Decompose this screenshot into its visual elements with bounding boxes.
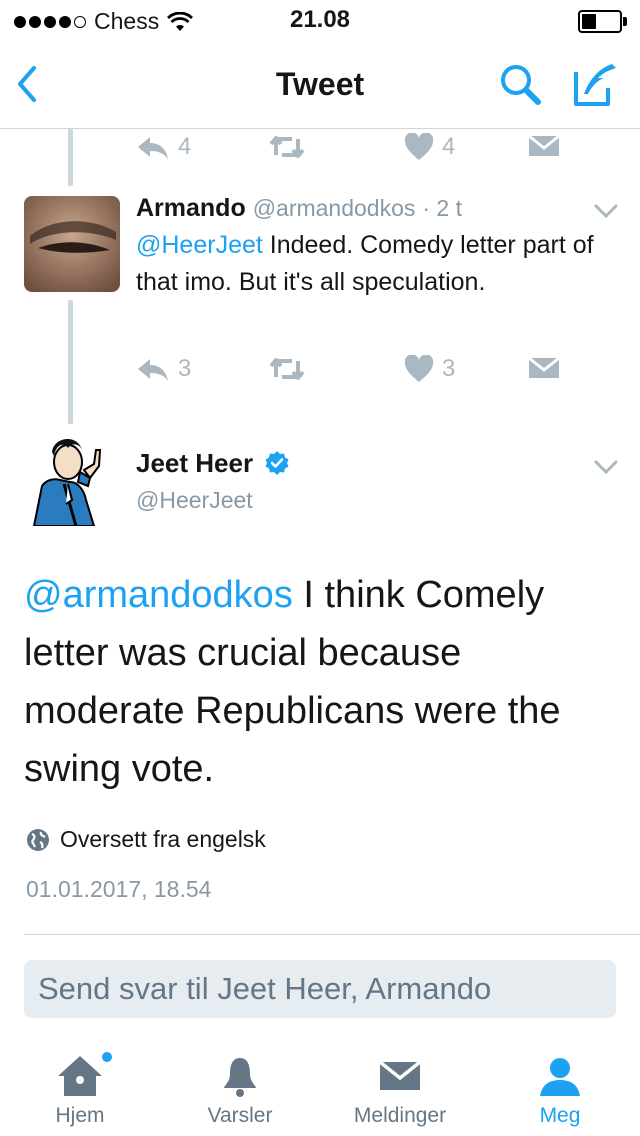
tab-home[interactable]: Hjem [0,1046,160,1136]
author-name[interactable]: Armando [136,194,246,222]
main-tweet-text: @armandodkos I think Comely letter was c… [24,566,614,798]
battery-icon [578,10,627,33]
thread-line-middle [68,300,73,424]
main-tweet-author: Jeet Heer @HeerJeet [136,448,290,514]
jeet-heer-avatar-image [32,438,102,527]
nav-bar: Tweet [0,40,640,129]
reply-count: 4 [178,133,192,160]
reply-button[interactable]: 3 [136,355,191,383]
reply-input[interactable]: Send svar til Jeet Heer, Armando [24,960,616,1018]
home-icon [0,1054,160,1098]
divider [24,934,640,935]
search-icon[interactable] [498,62,542,106]
person-icon [480,1054,640,1098]
retweet-button[interactable] [268,355,306,383]
compose-icon[interactable] [572,60,620,108]
retweet-icon [269,358,305,380]
tab-me[interactable]: Meg [480,1046,640,1136]
author-name[interactable]: Jeet Heer [136,448,253,478]
retweet-button[interactable] [268,133,306,161]
envelope-icon [528,134,560,156]
globe-icon [27,828,49,851]
like-count: 3 [442,355,456,382]
like-count: 4 [442,133,456,160]
tab-label: Varsler [207,1104,273,1127]
avatar[interactable] [24,196,120,292]
reply-icon [138,359,168,381]
armando-avatar-image [24,196,120,292]
mention-link[interactable]: @armandodkos [24,574,293,616]
like-button[interactable]: 3 [404,355,455,383]
mention-link[interactable]: @HeerJeet [136,231,263,259]
page-title: Tweet [275,66,365,102]
tweet-time: · 2 t [422,195,462,221]
reply-placeholder: Send svar til Jeet Heer, Armando [38,971,492,1006]
author-handle[interactable]: @HeerJeet [136,487,290,514]
status-bar: Chess 21.08 [0,0,640,40]
heart-icon [404,355,434,382]
retweet-icon [269,136,305,158]
verified-badge-icon [265,451,289,475]
like-button[interactable]: 4 [404,133,455,161]
tab-notifications[interactable]: Varsler [160,1046,320,1136]
clock: 21.08 [289,6,351,33]
reply-button[interactable]: 4 [136,133,191,161]
reply-icon [138,137,168,159]
reply-tweet-header: Armando @armandodkos · 2 t [136,194,462,223]
tab-label: Hjem [55,1104,105,1127]
bell-icon [160,1054,320,1098]
heart-icon [404,133,434,160]
previous-tweet-actions: 4 4 [136,133,576,173]
direct-message-button[interactable] [528,133,560,159]
reply-tweet-text: @HeerJeet Indeed. Comedy letter part of … [136,227,596,301]
notification-dot [102,1052,112,1062]
translate-label: Oversett fra engelsk [60,826,266,852]
author-handle[interactable]: @armandodkos [253,195,416,221]
tab-label: Meg [539,1104,581,1127]
tab-messages[interactable]: Meldinger [320,1046,480,1136]
envelope-icon [528,356,560,378]
thread-line-top [68,128,73,186]
direct-message-button[interactable] [528,355,560,381]
envelope-icon [320,1054,480,1098]
tab-label: Meldinger [353,1104,447,1127]
reply-tweet-actions: 3 3 [136,355,576,395]
tweet-timestamp: 01.01.2017, 18.54 [26,876,212,902]
chevron-down-icon[interactable] [594,460,618,474]
chevron-down-icon[interactable] [594,204,618,218]
tab-bar: Hjem Varsler Meldinger Meg [0,1046,640,1136]
translate-link[interactable]: Oversett fra engelsk [26,826,266,853]
reply-count: 3 [178,355,192,382]
avatar[interactable] [24,430,120,527]
